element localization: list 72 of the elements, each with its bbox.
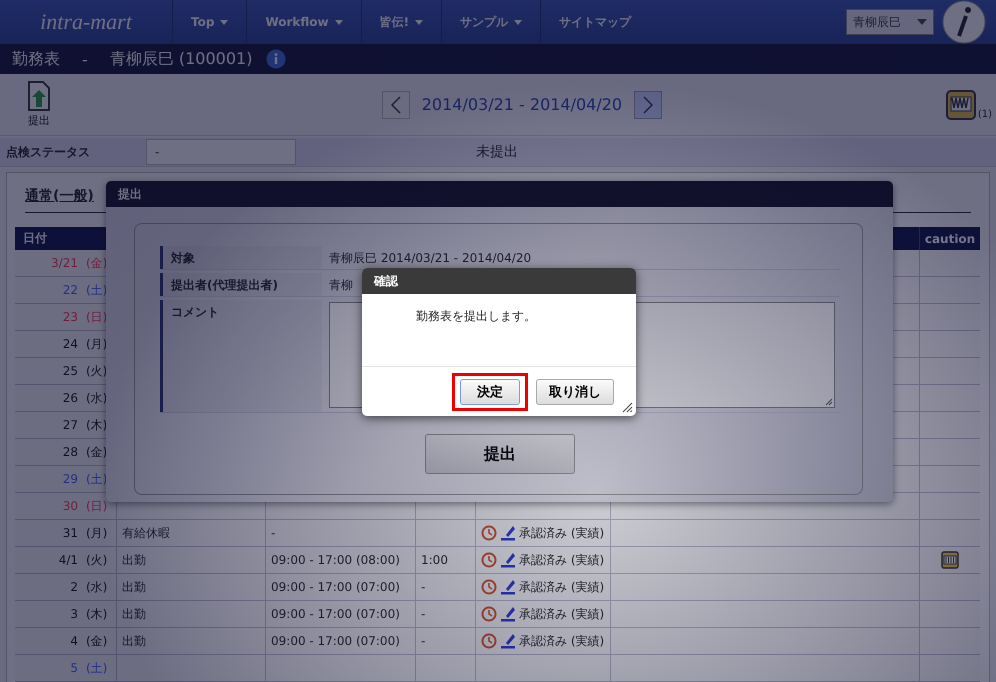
stamp-icon[interactable] (500, 525, 516, 541)
table-cell: 出勤 (117, 601, 266, 627)
stamp-icon[interactable] (500, 633, 516, 649)
table-cell: - (266, 520, 416, 546)
page-title: 勤務表 (12, 48, 60, 70)
column-header: 日付 (22, 230, 48, 247)
document-upload-icon (26, 81, 52, 111)
caret-icon (334, 20, 343, 24)
resize-grip-icon[interactable] (621, 401, 633, 413)
field-label: 点検ステータス (5, 144, 91, 160)
chevron-right-icon (643, 96, 654, 114)
dialog-button[interactable]: 決定 (460, 378, 520, 404)
next-button[interactable] (634, 90, 662, 118)
field-value: 青柳辰巳 2014/03/21 - 2014/04/20 (329, 251, 532, 265)
period-range: 2014/03/21 - 2014/04/20 (422, 95, 622, 114)
table-cell: 出勤 (117, 547, 266, 573)
employee-name: 青柳辰巳 (100001) (110, 48, 252, 70)
approval-status: 承認済み (実績) (519, 524, 604, 542)
section-heading[interactable]: 通常(一般) (25, 188, 94, 204)
clock-icon[interactable] (481, 579, 497, 595)
stamp-icon[interactable] (500, 606, 516, 622)
table-cell: 1:00 (416, 547, 476, 573)
dialog-button[interactable]: 取り消し (536, 378, 614, 404)
submission-status: 未提出 (476, 143, 518, 161)
resize-grip-icon[interactable] (823, 396, 833, 406)
table-cell: 有給休暇 (117, 520, 266, 546)
approval-status: 承認済み (実績) (519, 552, 604, 568)
calendar-icon[interactable] (941, 551, 959, 569)
clock-icon[interactable] (481, 606, 497, 622)
approval-status: 承認済み (実績) (519, 606, 604, 622)
table-cell: 出勤 (117, 574, 266, 600)
user-dropdown[interactable]: 青柳辰巳 (846, 9, 934, 35)
info-icon[interactable] (266, 49, 286, 69)
date-cell: 2 (水) (15, 574, 117, 600)
caret-icon (415, 20, 424, 24)
calendar-icon[interactable] (946, 90, 976, 120)
brand-logo-icon[interactable] (942, 0, 986, 44)
clock-icon[interactable] (481, 552, 497, 568)
stamp-icon[interactable] (500, 552, 516, 568)
field-value: 青柳 (329, 278, 353, 292)
table-cell: 09:00 - 17:00 (07:00) (266, 628, 416, 654)
table-cell: - (416, 574, 476, 600)
date-cell: 3 (木) (15, 601, 117, 627)
table-cell: - (416, 601, 476, 627)
caret-icon (917, 19, 927, 25)
submit-button[interactable]: 提出 (425, 434, 575, 474)
approval-status: 承認済み (実績) (519, 632, 604, 650)
table-cell: - (416, 628, 476, 654)
caret-icon (514, 20, 522, 24)
previous-button[interactable] (382, 90, 410, 118)
stamp-icon[interactable] (500, 579, 516, 595)
table-cell: 09:00 - 17:00 (07:00) (266, 601, 416, 627)
clock-icon[interactable] (481, 633, 497, 649)
table-cell: 09:00 - 17:00 (07:00) (266, 574, 416, 600)
date-cell: 31 (月) (15, 520, 117, 546)
date-cell: 4 (金) (15, 628, 117, 654)
count-label: (1) (978, 108, 992, 120)
date-cell: 5 (土) (15, 655, 117, 681)
table-cell: 出勤 (117, 628, 266, 654)
logo[interactable]: intra-mart (0, 9, 172, 35)
caret-icon (220, 20, 228, 24)
clock-icon[interactable] (481, 525, 497, 541)
chevron-left-icon (390, 96, 401, 114)
date-cell: 4/1 (火) (15, 547, 117, 573)
approval-status: 承認済み (実績) (519, 578, 604, 596)
submit-button[interactable]: 提出 (0, 81, 78, 128)
title-separator: - (82, 50, 88, 68)
dialog-title: 確認 (374, 272, 398, 290)
field-value: - (146, 139, 296, 165)
dialog-title: 提出 (118, 186, 142, 202)
dialog-message: 勤務表を提出します。 (416, 309, 536, 323)
table-cell: 09:00 - 17:00 (08:00) (266, 547, 416, 573)
